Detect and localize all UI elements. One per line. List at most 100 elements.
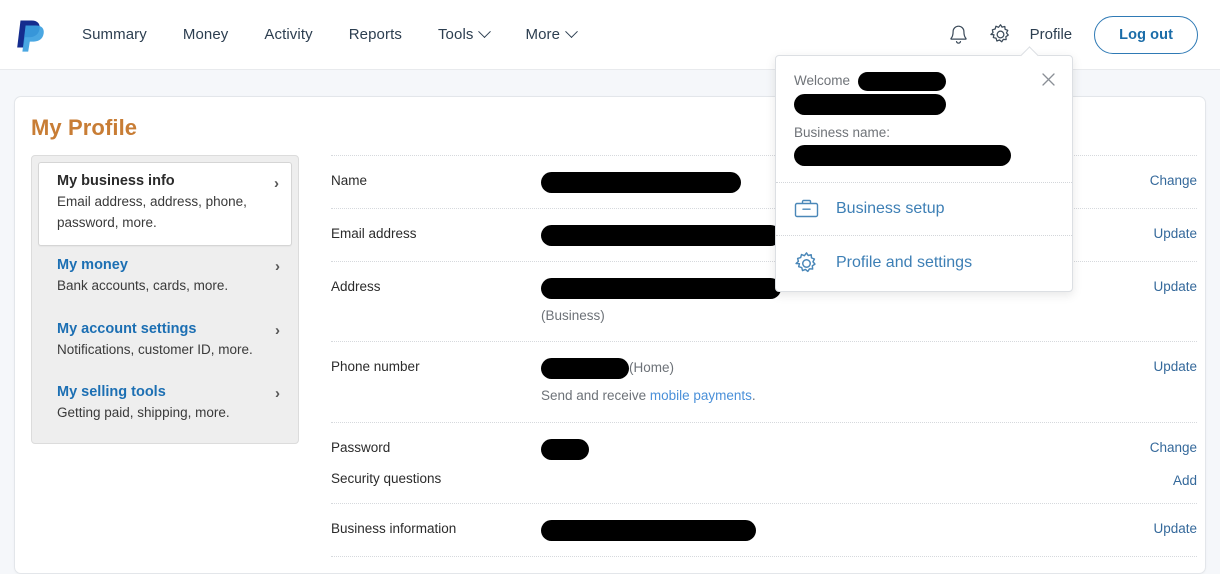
site-header: Summary Money Activity Reports Tools Mor… xyxy=(0,0,1220,292)
nav-label: Money xyxy=(182,26,229,43)
detail-row-password-security: Password Change Security questions Add xyxy=(331,423,1197,504)
nav-item-summary[interactable]: Summary xyxy=(64,18,165,51)
chevron-down-icon xyxy=(565,25,578,39)
update-business-information-link[interactable]: Update xyxy=(1153,521,1197,536)
phone-type-note: (Home) xyxy=(629,360,675,376)
address-type-note: (Business) xyxy=(541,307,605,323)
nav-item-tools[interactable]: Tools xyxy=(420,18,508,51)
logout-button[interactable]: Log out xyxy=(1094,15,1198,54)
redacted-value xyxy=(541,171,741,193)
chevron-right-icon: › xyxy=(275,258,280,276)
mobile-payments-link[interactable]: mobile payments xyxy=(650,388,752,403)
sidebar-item-my-account-settings[interactable]: My account settings Notifications, custo… xyxy=(38,310,292,374)
chevron-right-icon: › xyxy=(275,385,280,403)
mobile-payments-note-prefix: Send and receive xyxy=(541,388,650,404)
sidebar-item-desc: Notifications, customer ID, more. xyxy=(57,341,253,357)
redacted-value xyxy=(541,519,756,541)
detail-action: Update xyxy=(1087,357,1197,374)
detail-row-phone-number: Phone number (Home) Send and receive mob… xyxy=(331,342,1197,423)
briefcase-icon xyxy=(794,198,820,220)
nav-label: Activity xyxy=(264,26,313,43)
profile-detail-list: Name Change Email address Update Address… xyxy=(331,155,1205,573)
redacted-user-name-line2-wrap xyxy=(794,93,1054,115)
profile-label: Profile xyxy=(1029,26,1073,43)
redacted-value xyxy=(541,438,589,460)
detail-value xyxy=(541,519,1087,541)
notifications-button[interactable] xyxy=(938,14,980,56)
dropdown-item-label: Business setup xyxy=(836,199,945,217)
profile-sidebar: My business info Email address, address,… xyxy=(31,155,299,444)
sidebar-item-desc: Getting paid, shipping, more. xyxy=(57,405,230,421)
sidebar-item-my-business-info[interactable]: My business info Email address, address,… xyxy=(38,162,292,247)
dropdown-item-business-setup[interactable]: Business setup xyxy=(776,181,1072,235)
nav-label: Reports xyxy=(348,26,402,43)
sidebar-item-my-selling-tools[interactable]: My selling tools Getting paid, shipping,… xyxy=(38,373,292,437)
close-icon xyxy=(1041,72,1055,86)
detail-value: (Home) Send and receive mobile payments. xyxy=(541,357,1087,407)
redacted-user-name-part1 xyxy=(857,71,946,91)
detail-label: Security questions xyxy=(331,470,442,486)
paypal-logo[interactable] xyxy=(14,16,48,54)
update-phone-link[interactable]: Update xyxy=(1153,359,1197,374)
detail-action: Update xyxy=(1087,519,1197,536)
redacted-value xyxy=(541,277,781,299)
detail-label: Name xyxy=(331,173,368,188)
detail-label: Business information xyxy=(331,520,457,536)
detail-label: Address xyxy=(331,278,381,294)
nav-item-activity[interactable]: Activity xyxy=(246,18,330,51)
mobile-payments-note: Send and receive mobile payments. xyxy=(541,385,1087,407)
update-email-link[interactable]: Update xyxy=(1153,226,1197,241)
close-button[interactable] xyxy=(1038,69,1058,89)
detail-row-business-information: Business information Update xyxy=(331,504,1197,557)
sidebar-item-title: My money xyxy=(57,257,128,274)
add-security-questions-link[interactable]: Add xyxy=(1173,473,1197,488)
detail-row-merchant-account-id: Merchant account ID xyxy=(331,557,1197,573)
dropdown-item-profile-and-settings[interactable]: Profile and settings xyxy=(776,234,1072,291)
sidebar-item-title: My account settings xyxy=(57,320,197,337)
business-name-label: Business name: xyxy=(794,124,891,140)
dropdown-item-label: Profile and settings xyxy=(836,254,973,272)
detail-action: Update xyxy=(1087,224,1197,241)
welcome-label: Welcome xyxy=(794,73,851,88)
chevron-right-icon: › xyxy=(275,321,280,339)
nav-label: More xyxy=(525,26,561,43)
redacted-business-name xyxy=(794,144,1011,166)
change-password-link[interactable]: Change xyxy=(1150,440,1197,455)
chevron-right-icon: › xyxy=(274,175,279,192)
detail-label: Email address xyxy=(331,225,417,241)
chevron-down-icon xyxy=(478,25,492,39)
nav-item-money[interactable]: Money xyxy=(165,18,247,51)
detail-value xyxy=(541,438,1087,460)
change-name-link[interactable]: Change xyxy=(1150,173,1197,188)
nav-label: Tools xyxy=(437,26,474,43)
sidebar-item-desc: Email address, address, phone, password,… xyxy=(57,194,247,230)
welcome-line: Welcome xyxy=(794,71,1054,92)
profile-dropdown: Welcome Business name: Business setup Pr… xyxy=(775,46,1073,292)
detail-label: Password xyxy=(331,439,391,455)
detail-subrow-security-questions: Security questions Add xyxy=(331,471,1197,488)
dropdown-header: Welcome Business name: xyxy=(776,56,1072,182)
nav-item-reports[interactable]: Reports xyxy=(331,18,420,51)
gear-icon xyxy=(794,251,820,276)
header-actions: Profile Log out xyxy=(938,14,1198,56)
redacted-user-name-part2 xyxy=(794,93,946,115)
bell-icon xyxy=(950,25,967,44)
detail-action: Add xyxy=(1087,471,1197,488)
main-nav: Summary Money Activity Reports Tools Mor… xyxy=(64,18,594,51)
redacted-value xyxy=(541,358,629,380)
sidebar-item-title: My business info xyxy=(57,173,175,189)
nav-item-more[interactable]: More xyxy=(507,18,594,51)
gear-icon xyxy=(990,24,1010,43)
detail-action: Update xyxy=(1087,277,1197,294)
update-address-link[interactable]: Update xyxy=(1153,279,1197,294)
redacted-value xyxy=(541,224,781,246)
sidebar-item-my-money[interactable]: My money Bank accounts, cards, more. › xyxy=(38,246,292,310)
settings-button[interactable] xyxy=(980,14,1022,56)
detail-action: Change xyxy=(1087,438,1197,455)
detail-action: Change xyxy=(1087,171,1197,188)
redacted-business-name-wrap xyxy=(794,144,1054,166)
sidebar-item-title: My selling tools xyxy=(57,384,166,401)
nav-label: Summary xyxy=(82,26,147,43)
mobile-payments-note-suffix: . xyxy=(751,388,756,404)
sidebar-item-desc: Bank accounts, cards, more. xyxy=(57,278,229,294)
